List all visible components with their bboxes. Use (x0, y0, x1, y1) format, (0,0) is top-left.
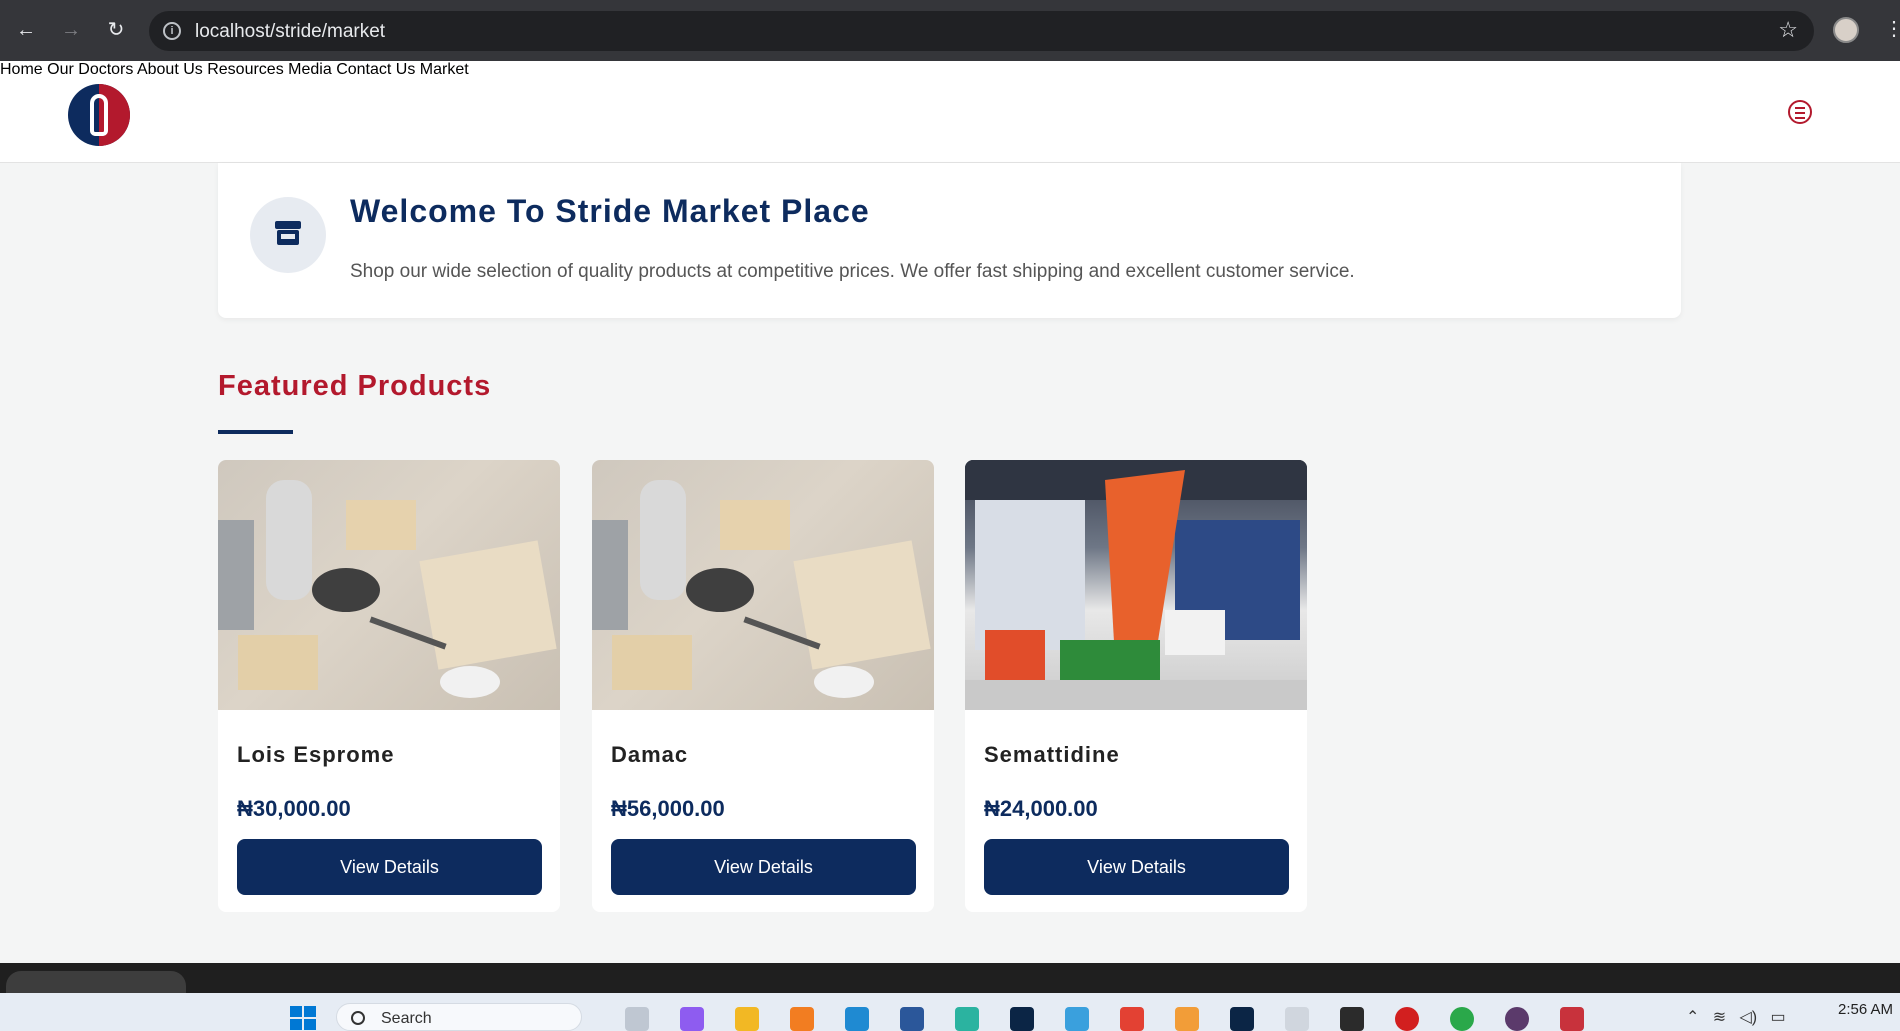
product-card: Lois Esprome ₦30,000.00 View Details (218, 460, 560, 912)
welcome-text: Shop our wide selection of quality produ… (350, 261, 1355, 282)
nav-contact-us[interactable]: Contact Us (336, 61, 415, 78)
windows-taskbar: Search ⌃ ≋ ◁) ▭ 2:56 AM (0, 993, 1900, 1031)
page-footer-band (0, 963, 1900, 993)
view-details-button[interactable]: View Details (237, 839, 542, 895)
address-bar[interactable]: i localhost/stride/market ☆ (149, 11, 1814, 51)
view-details-button[interactable]: View Details (984, 839, 1289, 895)
forward-arrow-icon[interactable]: → (57, 16, 85, 44)
section-underline (218, 430, 293, 434)
media-player-icon[interactable] (1505, 1007, 1529, 1031)
nav-market[interactable]: Market (420, 61, 469, 78)
url-text[interactable]: localhost/stride/market (195, 21, 385, 43)
system-tray[interactable]: ⌃ ≋ ◁) ▭ (1686, 1007, 1786, 1027)
site-header: Home Our Doctors About Us Resources Medi… (0, 61, 1900, 163)
product-image[interactable] (592, 460, 934, 710)
welcome-title: Welcome To Stride Market Place (350, 193, 870, 229)
nav-home[interactable]: Home (0, 61, 43, 78)
product-name: Damac (611, 742, 689, 767)
nav-media[interactable]: Media (288, 61, 332, 78)
product-card: Damac ₦56,000.00 View Details (592, 460, 934, 912)
bookmark-star-icon[interactable]: ☆ (1778, 17, 1798, 43)
word-icon[interactable] (900, 1007, 924, 1031)
nav-our-doctors[interactable]: Our Doctors (47, 61, 133, 78)
nav-resources[interactable]: Resources (207, 61, 283, 78)
taskbar-clock[interactable]: 2:56 AM (1838, 1001, 1893, 1018)
product-image[interactable] (965, 460, 1307, 710)
product-image[interactable] (218, 460, 560, 710)
chrome-icon[interactable] (1120, 1007, 1144, 1031)
vscode-icon[interactable] (845, 1007, 869, 1031)
xampp-icon[interactable] (790, 1007, 814, 1031)
recorder-icon[interactable] (1395, 1007, 1419, 1031)
taskbar-search[interactable]: Search (336, 1003, 582, 1031)
product-price: ₦56,000.00 (611, 796, 725, 821)
notepad-icon[interactable] (1065, 1007, 1089, 1031)
windows-start-icon[interactable] (290, 1006, 318, 1031)
browser-toolbar: ← → ↻ i localhost/stride/market ☆ ⋮ (0, 0, 1900, 61)
view-details-button[interactable]: View Details (611, 839, 916, 895)
profile-avatar[interactable] (1833, 17, 1859, 43)
product-card: Semattidine ₦24,000.00 View Details (965, 460, 1307, 912)
edge-icon[interactable] (955, 1007, 979, 1031)
file-explorer-icon[interactable] (735, 1007, 759, 1031)
reload-icon[interactable]: ↻ (102, 16, 130, 44)
back-arrow-icon[interactable]: ← (12, 16, 40, 44)
site-info-icon[interactable]: i (163, 22, 181, 40)
welcome-card: Welcome To Stride Market Place Shop our … (218, 163, 1681, 318)
photoshop-icon[interactable] (1010, 1007, 1034, 1031)
store-icon (250, 197, 326, 273)
product-name: Semattidine (984, 742, 1120, 767)
browser-menu-icon[interactable]: ⋮ (1884, 16, 1900, 41)
product-name: Lois Esprome (237, 742, 395, 767)
featured-products-title: Featured Products (218, 370, 492, 402)
search-icon (351, 1011, 365, 1025)
product-price: ₦30,000.00 (237, 796, 351, 821)
task-view-icon[interactable] (625, 1007, 649, 1031)
menu-toggle-icon[interactable] (1788, 100, 1812, 124)
nav-about-us[interactable]: About Us (137, 61, 203, 78)
photoshop-2-icon[interactable] (1230, 1007, 1254, 1031)
product-price: ₦24,000.00 (984, 796, 1098, 821)
taskbar-search-label: Search (381, 1010, 432, 1027)
stride-logo[interactable] (68, 84, 130, 146)
whatsapp-icon[interactable] (1450, 1007, 1474, 1031)
copilot-icon[interactable] (680, 1007, 704, 1031)
sublime-icon[interactable] (1175, 1007, 1199, 1031)
pycharm-icon[interactable] (1340, 1007, 1364, 1031)
snipping-tool-icon[interactable] (1285, 1007, 1309, 1031)
pdf-icon[interactable] (1560, 1007, 1584, 1031)
